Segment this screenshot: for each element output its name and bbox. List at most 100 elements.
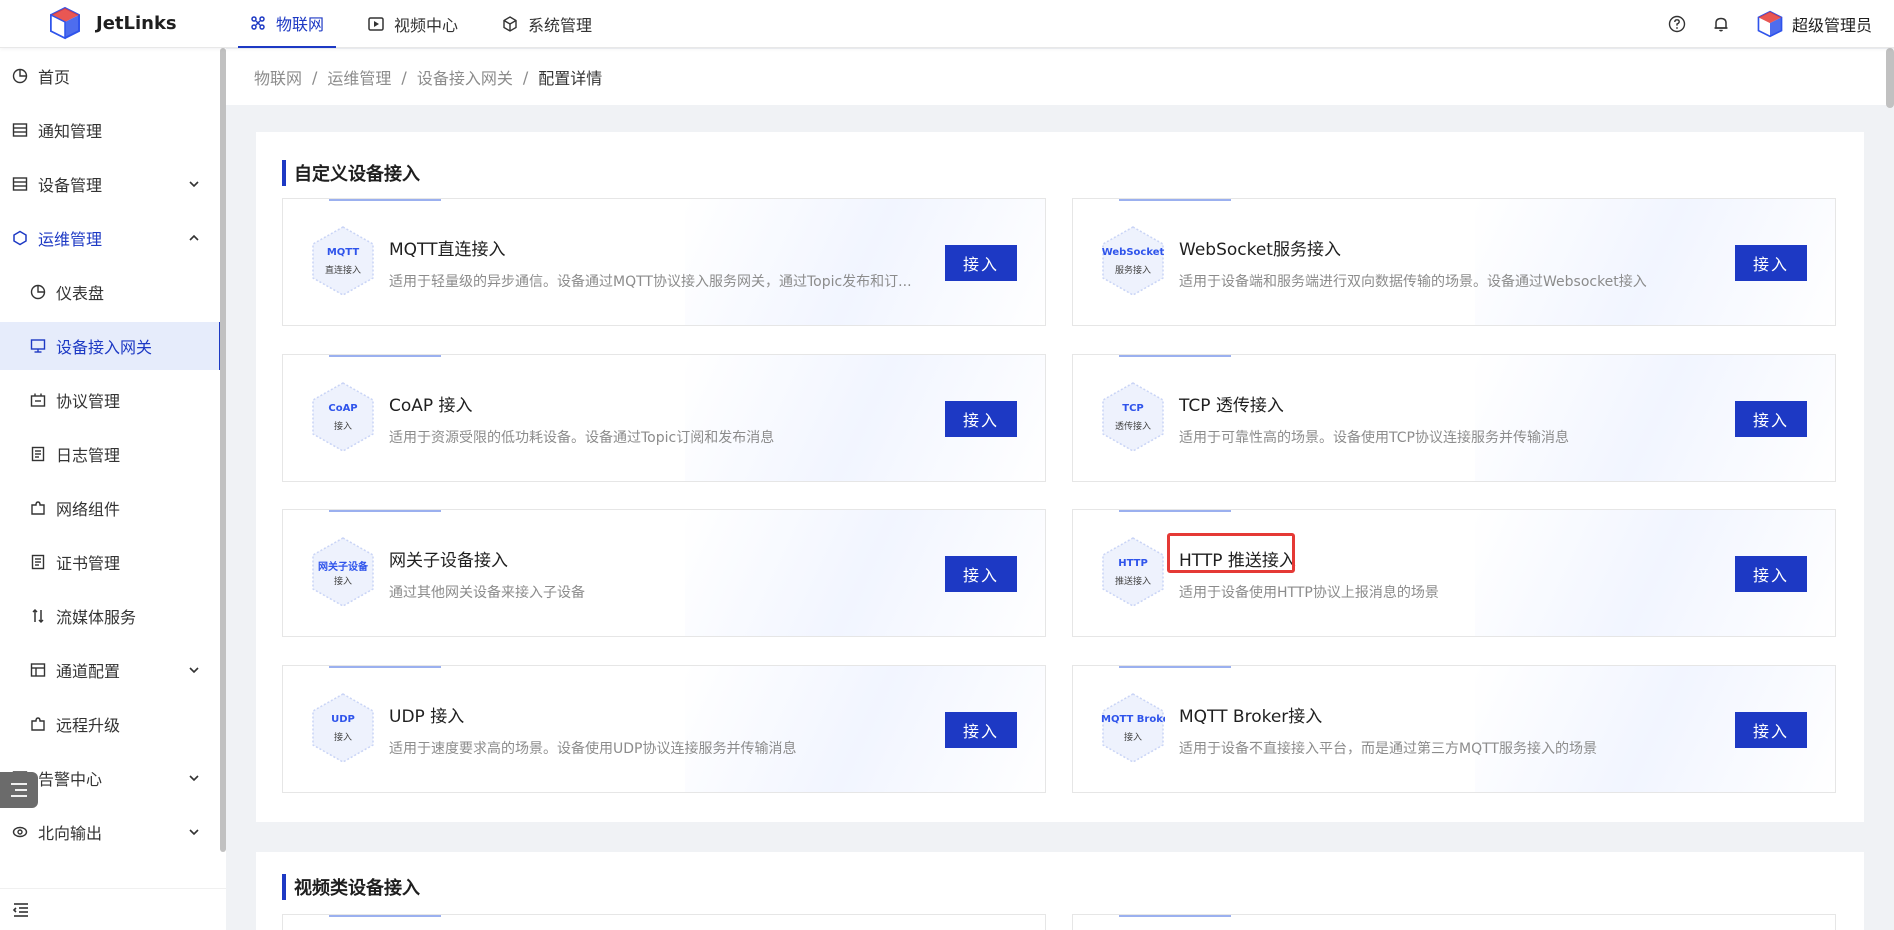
hex-icon-subtitle: 透传接入	[1114, 422, 1151, 432]
access-card-partial	[282, 914, 1046, 930]
hex-icon-title: MQTT Broke	[1101, 714, 1165, 725]
protocol-hex-icon: MQTT Broke 接入	[1101, 692, 1165, 764]
card-title: MQTT直连接入	[389, 240, 506, 260]
card-title: UDP 接入	[389, 707, 465, 727]
access-card-partial	[1072, 914, 1836, 930]
sidebar-item-ops[interactable]: 运维管理	[0, 214, 222, 262]
sidebar-item-label: 流媒体服务	[56, 608, 137, 627]
sidebar-item-remote-upgrade[interactable]: 远程升级	[0, 700, 222, 748]
card-description: 适用于设备不直接接入平台，而是通过第三方MQTT服务接入的场景	[1179, 741, 1597, 757]
card-title: 网关子设备接入	[389, 551, 508, 571]
topnav-label: 视频中心	[394, 16, 459, 35]
card-top-line	[1119, 915, 1231, 917]
highlight-box	[1167, 533, 1295, 573]
channel-icon	[30, 662, 46, 678]
topnav-item-system[interactable]: 系统管理	[490, 0, 604, 48]
user-menu[interactable]: 超级管理员	[1756, 10, 1872, 38]
breadcrumb-current: 配置详情	[538, 69, 603, 88]
chevron-down-icon	[188, 826, 200, 838]
breadcrumb-item[interactable]: 运维管理	[327, 65, 391, 89]
top-header: JetLinks 物联网 视频中心 系统管理 超级管理员	[0, 0, 1894, 48]
puzzle-icon	[30, 500, 46, 516]
chevron-down-icon	[188, 772, 200, 784]
sidebar-item-logs[interactable]: 日志管理	[0, 430, 222, 478]
list-menu-icon	[11, 783, 27, 797]
menu-fold-icon	[12, 902, 28, 917]
hex-icon-title: CoAP	[328, 403, 358, 414]
dashboard-icon	[30, 284, 46, 300]
sidebar-item-label: 远程升级	[56, 716, 121, 735]
hex-icon-subtitle: 推送接入	[1114, 577, 1151, 587]
sidebar-item-channel-config[interactable]: 通道配置	[0, 646, 222, 694]
sidebar-item-streaming[interactable]: 流媒体服务	[0, 592, 222, 640]
sidebar-scrollbar[interactable]	[220, 48, 226, 852]
sidebar-item-label: 通知管理	[38, 122, 103, 141]
hex-icon-title: 网关子设备	[318, 562, 368, 573]
sidebar-item-label: 告警中心	[38, 770, 103, 789]
logo[interactable]: JetLinks	[48, 6, 177, 40]
chevron-down-icon	[188, 178, 200, 190]
protocol-hex-icon: 网关子设备 接入	[311, 536, 375, 608]
sidebar-item-device-management[interactable]: 设备管理	[0, 160, 222, 208]
topnav-label: 系统管理	[528, 16, 593, 35]
access-button[interactable]: 接入	[1735, 401, 1807, 437]
chevron-down-icon	[188, 664, 200, 676]
access-button[interactable]: 接入	[1735, 245, 1807, 281]
sidebar-item-label: 运维管理	[38, 230, 103, 249]
access-button[interactable]: 接入	[945, 245, 1017, 281]
card-top-line	[1119, 666, 1231, 668]
sidebar-item-network[interactable]: 网络组件	[0, 484, 222, 532]
sidebar-item-certificates[interactable]: 证书管理	[0, 538, 222, 586]
access-button[interactable]: 接入	[945, 401, 1017, 437]
section-title: 视频类设备接入	[282, 874, 420, 900]
sidebar-item-northbound[interactable]: 北向输出	[0, 808, 222, 856]
sidebar-item-notifications[interactable]: 通知管理	[0, 106, 222, 154]
access-card: TCP 透传接入 TCP 透传接入 适用于可靠性高的场景。设备使用TCP协议连接服务并…	[1072, 354, 1836, 482]
breadcrumb-separator: /	[312, 67, 318, 87]
chevron-up-icon	[188, 232, 200, 244]
bell-icon[interactable]	[1712, 15, 1730, 33]
sidebar-item-protocol[interactable]: 协议管理	[0, 376, 222, 424]
access-button[interactable]: 接入	[1735, 556, 1807, 592]
card-top-line	[329, 666, 441, 668]
hex-icon-subtitle: 接入	[1123, 733, 1142, 743]
hex-icon-subtitle: 直连接入	[324, 266, 361, 276]
card-title: MQTT Broker接入	[1179, 707, 1323, 727]
certificate-icon	[30, 554, 46, 570]
access-button[interactable]: 接入	[945, 712, 1017, 748]
protocol-hex-icon: CoAP 接入	[311, 381, 375, 453]
sidebar-item-label: 设备接入网关	[56, 338, 153, 357]
access-card: UDP 接入 UDP 接入 适用于速度要求高的场景。设备使用UDP协议连接服务并传输消…	[282, 665, 1046, 793]
sidebar-item-home[interactable]: 首页	[0, 52, 222, 100]
access-card: 网关子设备 接入 网关子设备接入 通过其他网关设备来接入子设备 接入	[282, 509, 1046, 637]
access-card: MQTT Broke 接入 MQTT Broker接入适用于设备不直接接入平台，而是…	[1072, 665, 1836, 793]
topnav-item-iot[interactable]: 物联网	[238, 0, 337, 48]
breadcrumb-item[interactable]: 设备接入网关	[417, 65, 513, 89]
topnav-item-video[interactable]: 视频中心	[356, 0, 470, 48]
card-title: CoAP 接入	[389, 396, 473, 416]
protocol-hex-icon: UDP 接入	[311, 692, 375, 764]
breadcrumb-item[interactable]: 物联网	[254, 65, 302, 89]
card-top-line	[329, 199, 441, 201]
sidebar-collapse-bar[interactable]	[0, 888, 226, 930]
topnav-label: 物联网	[276, 15, 325, 34]
sidebar-item-dashboard[interactable]: 仪表盘	[0, 268, 222, 316]
help-icon[interactable]	[1668, 15, 1686, 33]
access-button[interactable]: 接入	[1735, 712, 1807, 748]
pie-chart-icon	[12, 68, 28, 84]
sidebar-item-device-gateway[interactable]: 设备接入网关	[0, 322, 222, 370]
hex-icon-subtitle: 接入	[333, 577, 352, 587]
floating-menu-button[interactable]	[0, 772, 38, 808]
breadcrumb: 物联网 / 运维管理 / 设备接入网关 / 配置详情	[226, 49, 1894, 105]
card-top-line	[1119, 199, 1231, 201]
section-title: 自定义设备接入	[282, 160, 420, 186]
play-icon	[368, 16, 384, 32]
hex-icon-title: UDP	[331, 714, 355, 725]
avatar	[1757, 10, 1783, 38]
page-scrollbar[interactable]	[1886, 48, 1894, 108]
puzzle-icon	[30, 716, 46, 732]
cube-icon	[502, 16, 518, 32]
access-card: HTTP 推送接入 HTTP 推送接入 适用于设备使用HTTP协议上报消息的场景 接入	[1072, 509, 1836, 637]
access-button[interactable]: 接入	[945, 556, 1017, 592]
ops-icon	[12, 230, 28, 246]
